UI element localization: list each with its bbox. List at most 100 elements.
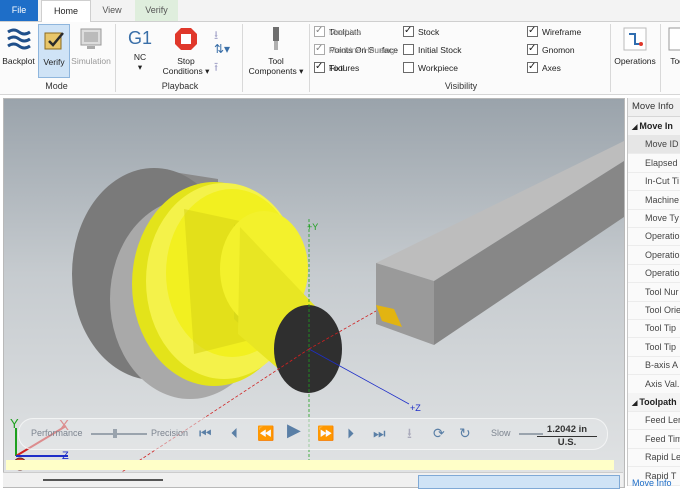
panel-row[interactable]: Operatio — [628, 264, 680, 284]
verify-icon — [44, 32, 64, 50]
panel-row[interactable]: In-Cut Ti — [628, 172, 680, 192]
step-forward-icon[interactable]: ⏵ — [347, 425, 354, 441]
panel-row-label: Feed Tim — [645, 433, 680, 444]
tool-components-button[interactable]: Tool Components ▾ — [246, 24, 306, 76]
simulation-label: Simulation — [71, 56, 111, 66]
checkbox-box[interactable] — [403, 62, 414, 73]
visibility-checkboxes: ToolpathPoints On SurfaceToolStockInitia… — [314, 24, 610, 80]
quality-slider-thumb[interactable] — [113, 429, 117, 438]
go-to-end-icon[interactable]: ⏭ — [373, 425, 386, 441]
checkbox-gnomon[interactable]: Gnomon — [527, 42, 575, 58]
progress-strip — [6, 460, 614, 470]
move-info-footer-tab[interactable]: Move Info — [632, 478, 672, 486]
checkbox-box[interactable] — [403, 24, 414, 37]
backplot-label: Backplot — [2, 56, 35, 66]
panel-row-label: Move Ty — [645, 213, 679, 223]
checkbox-fixtures[interactable]: Fixtures — [314, 60, 359, 76]
chevron-down-icon: ▾ — [137, 62, 143, 72]
panel-row[interactable]: Move Ty — [628, 209, 680, 228]
panel-row-label: Move In — [639, 121, 673, 131]
operations-button[interactable]: Operations — [612, 24, 658, 76]
checkbox-machine[interactable]: Machine — [314, 24, 361, 40]
separator — [242, 24, 243, 92]
checkbox-initial-stock[interactable]: Initial Stock — [403, 44, 461, 58]
panel-row-label: Operatio — [645, 268, 680, 279]
checkbox-label: Gnomon — [542, 45, 575, 55]
panel-row[interactable]: Tool Nur — [628, 283, 680, 302]
checkbox-axes[interactable]: Axes — [527, 60, 561, 76]
panel-row-label: Tool Orie — [645, 305, 680, 315]
panel-row-label: Tool Nur — [645, 286, 679, 297]
step-toolpath-icon[interactable]: ⭳ — [407, 425, 412, 441]
go-to-start-icon[interactable]: ⏮ — [199, 425, 212, 441]
checkbox-box[interactable] — [314, 60, 325, 73]
tab-file[interactable]: File — [0, 0, 38, 21]
checkbox-label: Initial Stock — [418, 45, 462, 55]
timeline-slider[interactable] — [43, 479, 163, 481]
separator — [115, 24, 116, 92]
g1-icon: G1 — [127, 28, 152, 48]
quality-slider[interactable] — [91, 433, 147, 435]
checkbox-box[interactable] — [314, 24, 325, 37]
refresh-icon[interactable]: ↻ — [459, 425, 471, 441]
separator — [660, 24, 661, 92]
step-back-icon[interactable]: ⏴ — [231, 425, 238, 441]
loop-icon[interactable]: ⟳ — [433, 425, 445, 441]
tool-components-line2-row: Components ▾ — [248, 66, 304, 76]
panel-row[interactable]: Operatio — [628, 227, 680, 247]
checkbox-machine-housing[interactable]: Machine Housing — [314, 42, 395, 58]
panel-section-header[interactable]: ◢ Move In — [628, 117, 680, 136]
panel-row-label: Machine — [645, 194, 680, 205]
panel-row[interactable]: Feed Len — [628, 411, 680, 431]
panel-row[interactable]: Tool Tip — [628, 338, 680, 357]
checkbox-workpiece[interactable]: Workpiece — [403, 62, 458, 76]
panel-row[interactable]: Tool Orie — [628, 301, 680, 320]
nc-button[interactable]: G1 NC ▾ — [122, 24, 158, 76]
visibility-group-label: Visibility — [444, 81, 478, 91]
slow-label: Slow — [491, 428, 511, 438]
panel-row[interactable]: Axis Val. — [628, 375, 680, 394]
fast-forward-icon[interactable]: ⏩ — [317, 425, 334, 441]
panel-row[interactable]: Tool Tip — [628, 319, 680, 339]
checkbox-wireframe[interactable]: Wireframe — [527, 24, 581, 40]
backplot-button[interactable]: Backplot — [0, 24, 37, 76]
simulation-button[interactable]: Simulation — [69, 24, 113, 76]
checkbox-box[interactable] — [527, 60, 538, 73]
step-icon[interactable]: ⭳ — [214, 26, 236, 42]
axis-y-label: +Y — [307, 222, 318, 232]
panel-row-label: B-axis A — [645, 360, 679, 371]
panel-row[interactable]: Operatio — [628, 246, 680, 265]
play-icon[interactable]: ▶ — [287, 421, 301, 439]
panel-row-label: In-Cut Ti — [645, 176, 680, 187]
verify-button[interactable]: Verify — [38, 24, 70, 78]
panel-row[interactable]: Move ID — [628, 135, 680, 155]
panel-section-header[interactable]: ◢ Toolpath — [628, 393, 680, 412]
jump-icon[interactable]: ⇅▾ — [214, 42, 236, 58]
tool-cut-button[interactable]: Tool — [663, 24, 680, 76]
checkbox-box[interactable] — [527, 24, 538, 37]
checkbox-box[interactable] — [403, 44, 414, 55]
tool-cut-label: Tool — [670, 56, 680, 66]
checkbox-box[interactable] — [314, 42, 325, 55]
conditions-label: Conditions — [162, 66, 203, 76]
tab-home[interactable]: Home — [41, 0, 91, 22]
tab-verify[interactable]: Verify — [135, 0, 178, 21]
rewind-icon[interactable]: ⏪ — [257, 425, 274, 441]
panel-row[interactable]: B-axis A — [628, 356, 680, 376]
panel-row[interactable]: Rapid Le — [628, 448, 680, 468]
stop-conditions-button[interactable]: Stop Conditions ▾ — [160, 24, 212, 76]
checkbox-stock[interactable]: Stock — [403, 24, 439, 40]
panel-row[interactable]: Feed Tim — [628, 430, 680, 449]
panel-row[interactable]: Elapsed — [628, 154, 680, 173]
panel-row[interactable]: Machine — [628, 191, 680, 210]
nc-label: NC — [133, 52, 147, 62]
panel-row-label: Axis Val. — [645, 378, 680, 389]
precision-label: Precision — [151, 428, 189, 438]
panel-row-label: Operatio — [645, 231, 680, 242]
checkbox-box[interactable] — [527, 42, 538, 55]
tab-view[interactable]: View — [89, 0, 135, 21]
checkbox-label: Axes — [542, 63, 561, 73]
skip-icon[interactable]: ⭱ — [214, 58, 236, 74]
checkbox-label: Machine Housing — [329, 45, 395, 55]
playback-small-tools: ⭳ ⇅▾ ⭱ — [214, 26, 236, 80]
